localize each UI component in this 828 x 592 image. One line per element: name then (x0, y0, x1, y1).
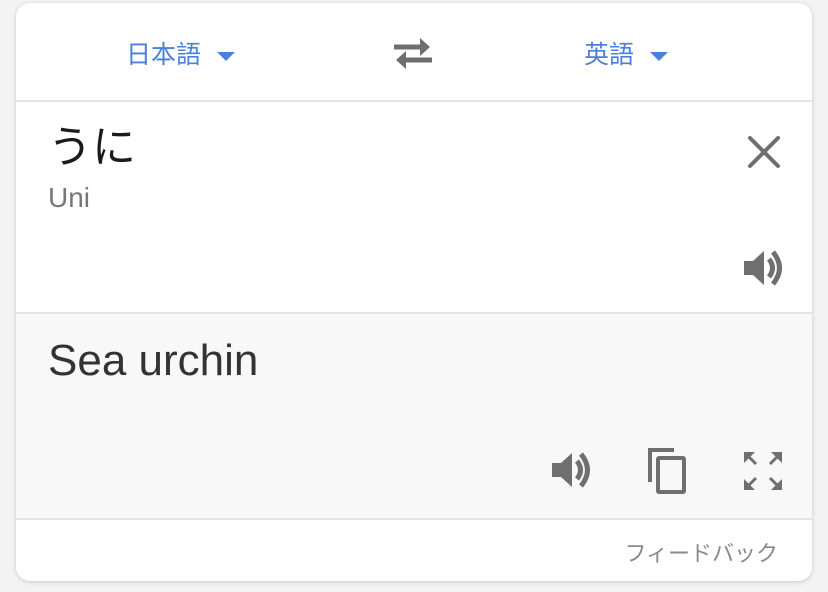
source-romanization: Uni (48, 182, 91, 213)
clear-button[interactable] (744, 132, 784, 172)
swap-languages-button[interactable] (390, 33, 436, 73)
fullscreen-button[interactable] (740, 448, 786, 494)
fullscreen-icon (744, 452, 782, 490)
translated-text: Sea urchin (48, 336, 259, 385)
translate-card: 日本語 英語 うに Uni Sea urchin フィードバック (16, 3, 812, 581)
feedback-link[interactable]: フィードバック (624, 536, 778, 568)
source-language-label: 日本語 (126, 40, 202, 69)
source-language-selector[interactable]: 日本語 (126, 35, 236, 71)
speaker-icon (744, 250, 782, 286)
result-panel: Sea urchin (16, 314, 812, 520)
source-listen-button[interactable] (740, 246, 786, 290)
chevron-down-icon (217, 51, 236, 61)
target-language-selector[interactable]: 英語 (584, 35, 669, 71)
language-bar: 日本語 英語 (16, 3, 812, 102)
source-panel[interactable]: うに Uni (16, 102, 812, 314)
copy-button[interactable] (644, 446, 690, 496)
speaker-icon (552, 452, 590, 488)
chevron-down-icon (650, 51, 669, 61)
swap-arrows-icon (394, 38, 432, 69)
copy-icon (648, 448, 686, 494)
result-listen-button[interactable] (548, 448, 594, 492)
close-icon (748, 136, 780, 168)
footer: フィードバック (16, 520, 812, 581)
source-text[interactable]: うに (48, 120, 136, 176)
target-language-label: 英語 (584, 40, 635, 69)
